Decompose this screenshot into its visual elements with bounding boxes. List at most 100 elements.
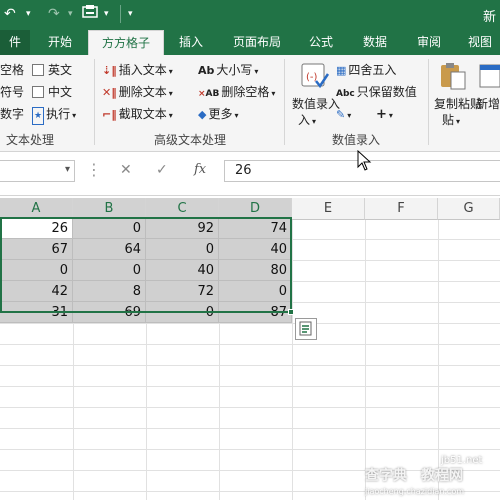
number-button[interactable]: 数字 [0, 106, 24, 122]
cell-b4[interactable]: 8 [73, 281, 146, 302]
cancel-icon[interactable]: ✕ [120, 162, 132, 178]
chevron-down-icon: ▾ [347, 111, 352, 120]
tab-view[interactable]: 视图 [460, 30, 500, 55]
cell-b5[interactable]: 69 [73, 302, 146, 323]
more-icon: ◆ [198, 108, 207, 121]
paste-suffix: 贴 [442, 113, 455, 127]
edit-button[interactable]: ✎ ▾ [336, 106, 351, 124]
more-button[interactable]: ◆ 更多 ▾ [198, 106, 239, 124]
customize-toolbar-icon[interactable]: ▾ [128, 4, 133, 24]
redo-icon[interactable]: ↷ [48, 4, 60, 24]
delete-space-label: 删除空格 [221, 85, 270, 99]
column-header-d[interactable]: D [219, 198, 292, 220]
chevron-down-icon: ▾ [312, 117, 317, 126]
cell-c5[interactable]: 0 [146, 302, 219, 323]
chevron-down-icon: ▾ [271, 89, 276, 98]
toolbar-icon[interactable] [82, 4, 100, 24]
gridline [0, 344, 500, 345]
cell-d4[interactable]: 0 [219, 281, 292, 302]
quick-analysis-button[interactable] [295, 318, 317, 340]
keep-number-icon: Abc [336, 89, 355, 99]
cell-c4[interactable]: 72 [146, 281, 219, 302]
undo-dropdown-icon[interactable]: ▾ [26, 4, 31, 24]
tab-file[interactable]: 件 [0, 30, 30, 55]
tab-home[interactable]: 开始 [36, 30, 84, 55]
cell-d5[interactable]: 87 [219, 302, 292, 323]
case-label: 大小写 [216, 63, 253, 77]
column-header-b[interactable]: B [73, 198, 146, 220]
cell-a5[interactable]: 31 [0, 302, 73, 323]
group-separator [284, 59, 285, 145]
fill-handle[interactable] [288, 309, 294, 315]
ribbon-panel: 空格 符号 数字 英文 中文 ★ 执行 ▾ 文本处理 ⇣‖ 插入文本 ▾ ✕‖ 删除文本 ▾… [0, 55, 500, 152]
cell-a1[interactable]: 26 [0, 218, 73, 239]
insert-text-button[interactable]: ⇣‖ 插入文本 ▾ [102, 62, 173, 80]
execute-button[interactable]: ★ 执行 ▾ [32, 106, 76, 125]
chevron-down-icon: ▾ [168, 67, 173, 76]
cell-c1[interactable]: 92 [146, 218, 219, 239]
cell-d1[interactable]: 74 [219, 218, 292, 239]
tab-formulas[interactable]: 公式 [298, 30, 344, 55]
cell-b3[interactable]: 0 [73, 260, 146, 281]
cell-c3[interactable]: 40 [146, 260, 219, 281]
symbol-button[interactable]: 符号 [0, 84, 24, 100]
round-button[interactable]: ▦ 四舍五入 [336, 62, 396, 79]
cell-a4[interactable]: 42 [0, 281, 73, 302]
chevron-down-icon: ▾ [456, 117, 461, 126]
copy-paste-icon[interactable] [438, 61, 468, 91]
cell-c2[interactable]: 0 [146, 239, 219, 260]
english-label: 英文 [48, 63, 73, 77]
copy-paste-dropdown[interactable]: 贴 ▾ [442, 112, 460, 130]
tab-page-layout[interactable]: 页面布局 [222, 30, 292, 55]
cell-d2[interactable]: 40 [219, 239, 292, 260]
column-header-e[interactable]: E [292, 198, 365, 220]
insert-function-icon[interactable]: fx [194, 162, 206, 177]
gridline [292, 220, 293, 500]
confirm-icon[interactable]: ✓ [156, 162, 168, 178]
space-button[interactable]: 空格 [0, 62, 24, 78]
column-header-f[interactable]: F [365, 198, 438, 220]
execute-icon: ★ [32, 107, 45, 125]
copy-paste-button[interactable]: 复制粘贴 [434, 96, 482, 112]
delete-space-button[interactable]: ×AB 删除空格 ▾ [198, 84, 275, 102]
undo-icon[interactable]: ↶ [4, 4, 16, 24]
column-header-g[interactable]: G [438, 198, 500, 220]
chevron-down-icon: ▾ [234, 111, 239, 120]
number-entry-icon[interactable]: (-) [300, 61, 330, 91]
cell-b2[interactable]: 64 [73, 239, 146, 260]
tab-data[interactable]: 数据 [352, 30, 398, 55]
chevron-down-icon: ▾ [64, 164, 70, 175]
cell-d3[interactable]: 80 [219, 260, 292, 281]
add-button[interactable]: + ▾ [376, 106, 393, 124]
keep-number-button[interactable]: Abc 只保留数值 [336, 84, 417, 102]
number-entry-dropdown[interactable]: 入 ▾ [298, 112, 316, 130]
case-button[interactable]: Ab 大小写 ▾ [198, 62, 258, 80]
watermark: 查字典 教程网 jb51.net jiaocheng.chazidian.com [355, 455, 500, 500]
name-box[interactable]: ▾ [0, 160, 75, 182]
toolbar-separator [120, 5, 121, 23]
cell-a2[interactable]: 67 [0, 239, 73, 260]
gridline [0, 386, 500, 387]
redo-dropdown-icon[interactable]: ▾ [68, 4, 73, 24]
chinese-checkbox[interactable]: 中文 [32, 84, 72, 100]
tab-fangfang[interactable]: 方方格子 [88, 30, 164, 55]
execute-label: 执行 [46, 107, 71, 121]
toolbar-dropdown-icon[interactable]: ▾ [104, 4, 109, 24]
cell-a3[interactable]: 0 [0, 260, 73, 281]
insert-text-label: 插入文本 [118, 63, 167, 77]
number-entry-suffix: 入 [298, 113, 311, 127]
tab-review[interactable]: 审阅 [406, 30, 452, 55]
delete-text-button[interactable]: ✕‖ 删除文本 ▾ [102, 84, 173, 102]
column-header-a[interactable]: A [0, 198, 73, 220]
cell-b1[interactable]: 0 [73, 218, 146, 239]
checkbox-icon [32, 64, 44, 76]
extract-text-button[interactable]: ⌐‖ 截取文本 ▾ [102, 106, 173, 124]
new-button[interactable]: 新增 [476, 96, 500, 112]
english-checkbox[interactable]: 英文 [32, 62, 72, 78]
tab-insert[interactable]: 插入 [168, 30, 214, 55]
number-entry-button[interactable]: 数值录入 [292, 96, 340, 112]
extract-text-label: 截取文本 [118, 107, 167, 121]
new-icon[interactable] [478, 61, 500, 91]
column-header-c[interactable]: C [146, 198, 219, 220]
keep-number-label: 只保留数值 [356, 85, 417, 99]
